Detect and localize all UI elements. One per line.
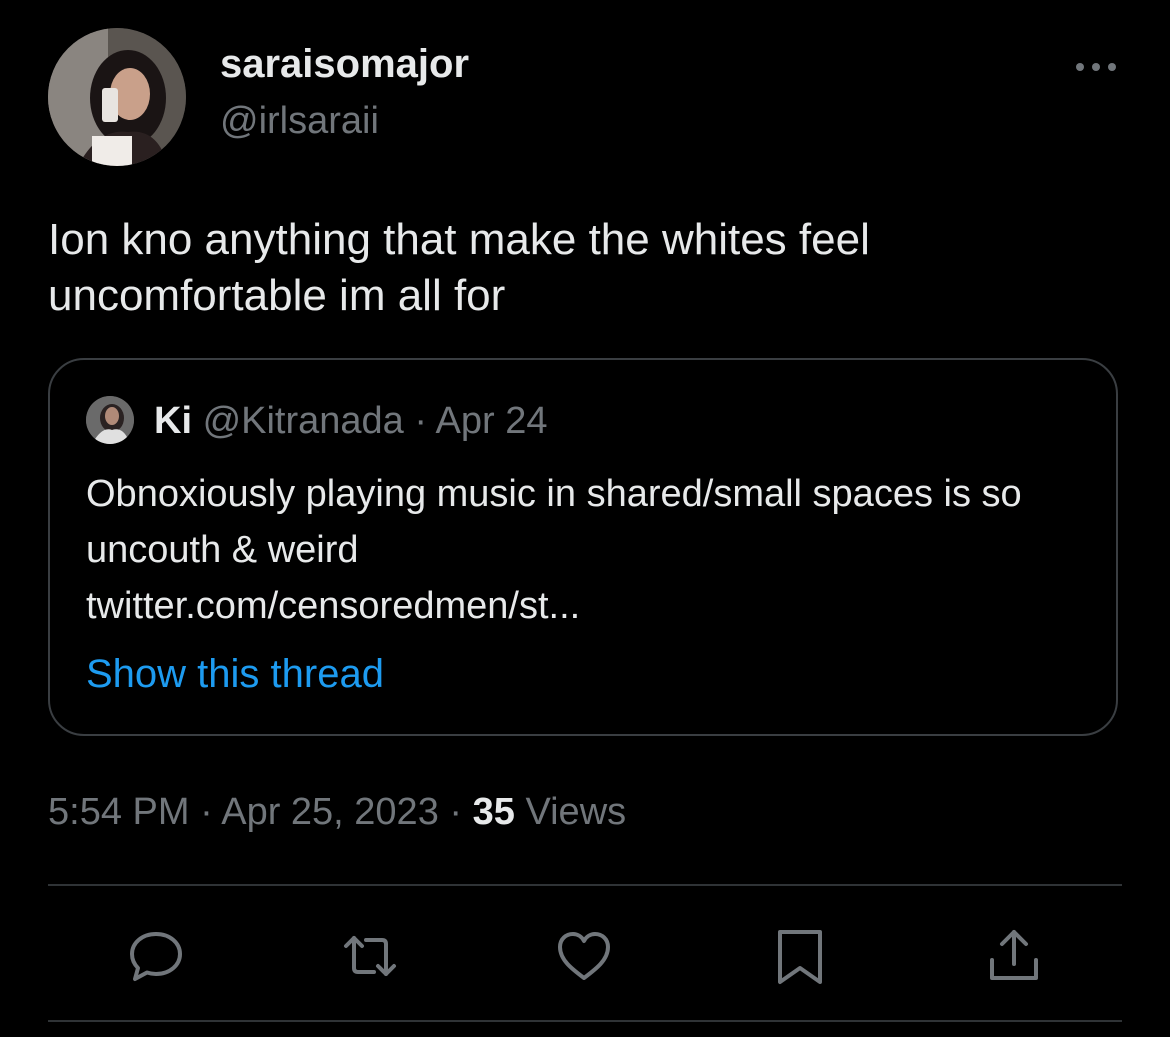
- tweet-date[interactable]: Apr 25, 2023: [221, 791, 439, 833]
- meta-separator: ·: [200, 791, 213, 833]
- divider: [48, 1020, 1122, 1022]
- author-display-name[interactable]: saraisomajor: [220, 40, 469, 88]
- views-label: Views: [525, 791, 627, 833]
- like-icon[interactable]: [554, 926, 614, 986]
- author-handle[interactable]: @irlsaraii: [220, 98, 379, 144]
- author-avatar[interactable]: [48, 28, 186, 166]
- quoted-tweet-text: Obnoxiously playing music in shared/smal…: [86, 473, 1022, 571]
- show-thread-link[interactable]: Show this thread: [86, 646, 384, 702]
- quoted-tweet-link[interactable]: twitter.com/censoredmen/st...: [86, 578, 580, 634]
- quoted-tweet-header: Ki @Kitranada · Apr 24: [154, 398, 547, 444]
- tweet-time[interactable]: 5:54 PM: [48, 791, 190, 833]
- quoted-handle: @Kitranada: [202, 400, 404, 442]
- quoted-date: Apr 24: [435, 400, 548, 442]
- retweet-icon[interactable]: [340, 926, 400, 986]
- avatar-image: [48, 28, 186, 166]
- quoted-author-avatar: [86, 396, 134, 444]
- bookmark-icon[interactable]: [770, 926, 830, 986]
- tweet-text: Ion kno anything that make the whites fe…: [48, 215, 870, 320]
- tweet-detail: saraisomajor @irlsaraii Ion kno anything…: [0, 0, 1170, 1037]
- quoted-display-name: Ki: [154, 400, 192, 442]
- views-count: 35: [472, 791, 515, 833]
- divider: [48, 884, 1122, 886]
- quoted-tweet-card[interactable]: Ki @Kitranada · Apr 24 Obnoxiously playi…: [48, 358, 1118, 736]
- share-icon[interactable]: [984, 926, 1044, 986]
- quoted-separator: ·: [414, 400, 428, 442]
- more-options-icon[interactable]: [1072, 52, 1120, 82]
- tweet-meta: 5:54 PM · Apr 25, 2023 · 35 Views: [48, 784, 626, 840]
- reply-icon[interactable]: [126, 926, 186, 986]
- meta-separator: ·: [449, 791, 463, 833]
